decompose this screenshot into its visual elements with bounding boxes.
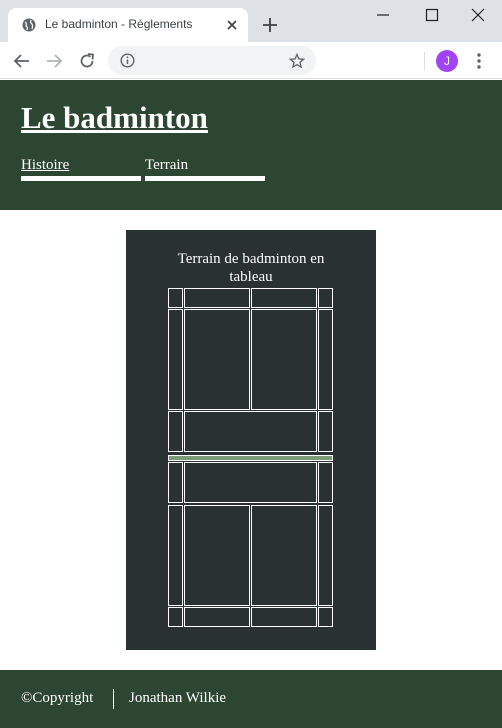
court-cell [168,607,183,627]
footer-separator [113,689,114,709]
profile-avatar[interactable]: J [436,50,458,72]
site-footer: ©Copyright Jonathan Wilkie [0,670,502,728]
court-cell [168,411,183,452]
toolbar-separator [424,52,425,70]
court-cell [184,309,250,410]
back-icon[interactable] [13,52,31,70]
nav-underline [145,176,265,181]
site-header: Le badminton Histoire Terrain [0,80,502,210]
forward-icon[interactable] [45,52,63,70]
author-name: Jonathan Wilkie [129,690,227,706]
minimize-icon[interactable] [376,8,390,22]
more-vert-icon[interactable] [474,52,484,70]
browser-tab[interactable]: Le badminton - Règlements [8,8,248,42]
court-net [168,455,333,461]
court-cell [318,505,333,606]
court-cell [251,607,317,627]
court-cell [184,288,250,308]
nav-item-terrain[interactable]: Terrain [145,157,265,181]
court-cell [318,288,333,308]
court-cell [184,462,317,503]
badminton-court-diagram [168,288,333,627]
court-cell [251,505,317,606]
court-cell [168,462,183,503]
court-cell [318,309,333,410]
court-cell [251,309,317,410]
info-icon[interactable] [120,53,135,68]
court-cell [251,288,317,308]
court-cell [184,607,250,627]
globe-icon [22,18,36,32]
browser-toolbar: J [0,42,502,79]
window-close-icon[interactable] [471,8,485,22]
court-cell [318,607,333,627]
court-cell [168,288,183,308]
court-figure: Terrain de badminton en tableau [126,230,376,650]
close-icon[interactable] [226,19,238,31]
star-icon[interactable] [289,53,305,69]
tab-title: Le badminton - Règlements [45,17,193,31]
nav-underline [21,176,141,181]
court-cell [184,411,317,452]
reload-icon[interactable] [78,52,96,70]
court-cell [168,309,183,410]
plus-icon[interactable] [262,17,278,33]
court-cell [318,462,333,503]
court-cell [184,505,250,606]
nav-item-histoire[interactable]: Histoire [21,157,141,181]
site-title[interactable]: Le badminton [21,100,208,136]
address-bar[interactable] [108,46,316,75]
copyright-text: ©Copyright [21,690,94,706]
court-cell [168,505,183,606]
maximize-icon[interactable] [425,8,439,22]
court-cell [318,411,333,452]
nav-link-terrain[interactable]: Terrain [145,157,265,174]
browser-tab-bar: Le badminton - Règlements [0,0,502,42]
nav-link-histoire[interactable]: Histoire [21,157,141,174]
